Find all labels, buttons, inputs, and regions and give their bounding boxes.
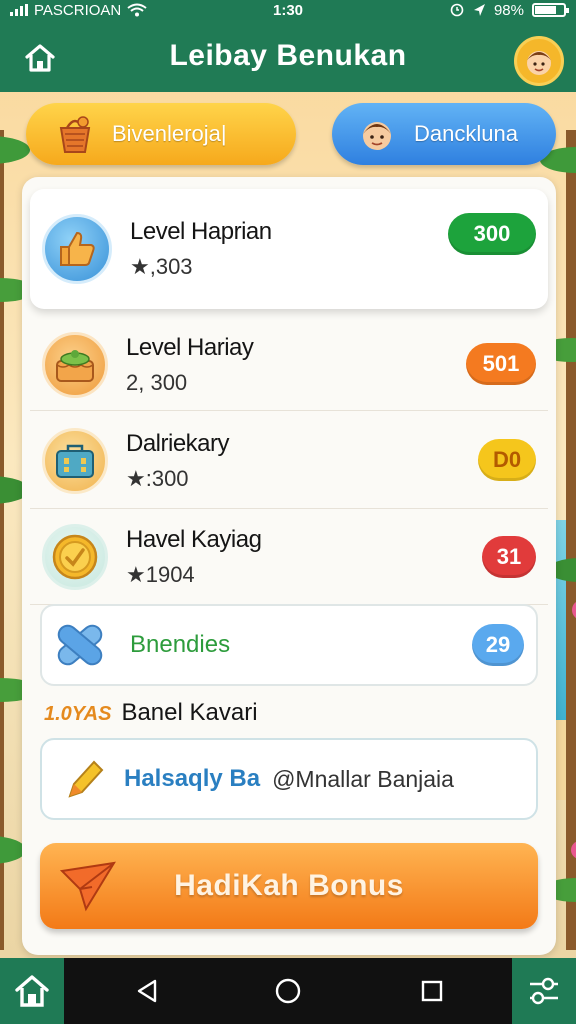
level-row[interactable]: Havel Kayiag ★1904 31 <box>30 509 548 605</box>
nav-back-button[interactable] <box>132 976 162 1006</box>
sliders-icon <box>530 977 558 1005</box>
circle-home-icon <box>275 978 301 1004</box>
section-title: Banel Kavari <box>121 699 258 726</box>
status-time: 1:30 <box>272 1 304 19</box>
home-button[interactable] <box>20 38 60 78</box>
level-badge[interactable]: D0 <box>478 439 536 481</box>
top-button-right[interactable]: Danckluna <box>332 103 556 165</box>
bonus-badge[interactable]: 29 <box>472 624 524 666</box>
status-bar: PASCRIOAN 1:30 98% <box>0 0 576 20</box>
bonus-row-label: Bnendies <box>130 631 231 658</box>
location-icon <box>473 4 485 16</box>
battery-text: 98% <box>493 1 524 19</box>
briefcase-icon <box>42 427 108 494</box>
back-icon <box>137 979 157 1003</box>
bonus-row[interactable]: Bnendies 29 <box>40 604 538 686</box>
level-row[interactable]: Dalriekary ★:300 D0 <box>30 413 548 509</box>
nav-recents-button[interactable] <box>417 976 447 1006</box>
status-left: PASCRIOAN <box>10 2 210 19</box>
referral-input[interactable]: @Mnallar Banjaia <box>272 766 454 793</box>
avatar-icon <box>527 51 551 75</box>
level-row[interactable]: Level Haprian ★,303 300 <box>30 189 548 309</box>
top-button-left[interactable]: Bivenleroja| <box>26 103 296 165</box>
profile-avatar-button[interactable] <box>514 36 564 86</box>
coin-icon <box>42 523 108 590</box>
claim-bonus-label: HadiKah Bonus <box>174 869 404 902</box>
level-row[interactable]: Level Hariay 2, 300 501 <box>30 319 548 411</box>
character-icon <box>350 107 404 161</box>
section-tag: 1.0YAS <box>44 703 112 725</box>
pencil-icon <box>56 750 114 808</box>
home-icon <box>15 975 49 1007</box>
section-heading: 1.0YAS Banel Kavari <box>44 699 258 727</box>
basket-icon <box>48 107 102 161</box>
home-icon <box>25 44 55 72</box>
level-panel: Level Haprian ★,303 300 Level Hariay 2, … <box>22 177 556 955</box>
bandage-icon <box>48 613 112 677</box>
signal-icon <box>10 4 28 16</box>
status-right: 98% <box>366 1 569 19</box>
input-prefix: Halsaqly Ba <box>124 765 261 792</box>
alarm-icon <box>450 3 464 17</box>
level-badge[interactable]: 300 <box>448 213 536 255</box>
level-score: ★,303 <box>130 254 193 279</box>
nav-home-button[interactable] <box>0 958 64 1024</box>
square-recents-icon <box>421 980 443 1002</box>
wifi-icon <box>127 3 147 17</box>
level-badge[interactable]: 31 <box>482 536 536 578</box>
paper-plane-icon <box>59 861 116 912</box>
carrier-text: PASCRIOAN <box>34 1 122 19</box>
top-button-left-label: Bivenleroja| <box>112 121 227 146</box>
nav-home-circle-button[interactable] <box>273 976 303 1006</box>
claim-bonus-button[interactable]: HadiKah Bonus <box>40 843 538 929</box>
referral-input-row[interactable]: Halsaqly Ba @Mnallar Banjaia <box>40 738 538 820</box>
page-title: Leibay Benukan <box>169 39 407 72</box>
battery-icon <box>532 3 569 17</box>
level-badge[interactable]: 501 <box>466 343 536 385</box>
system-nav-bar <box>0 958 576 1024</box>
app-header: Leibay Benukan <box>0 20 576 92</box>
cake-icon <box>42 331 108 398</box>
top-button-right-label: Danckluna <box>414 121 518 146</box>
nav-settings-button[interactable] <box>512 958 576 1024</box>
thumbs-up-icon <box>42 214 112 284</box>
